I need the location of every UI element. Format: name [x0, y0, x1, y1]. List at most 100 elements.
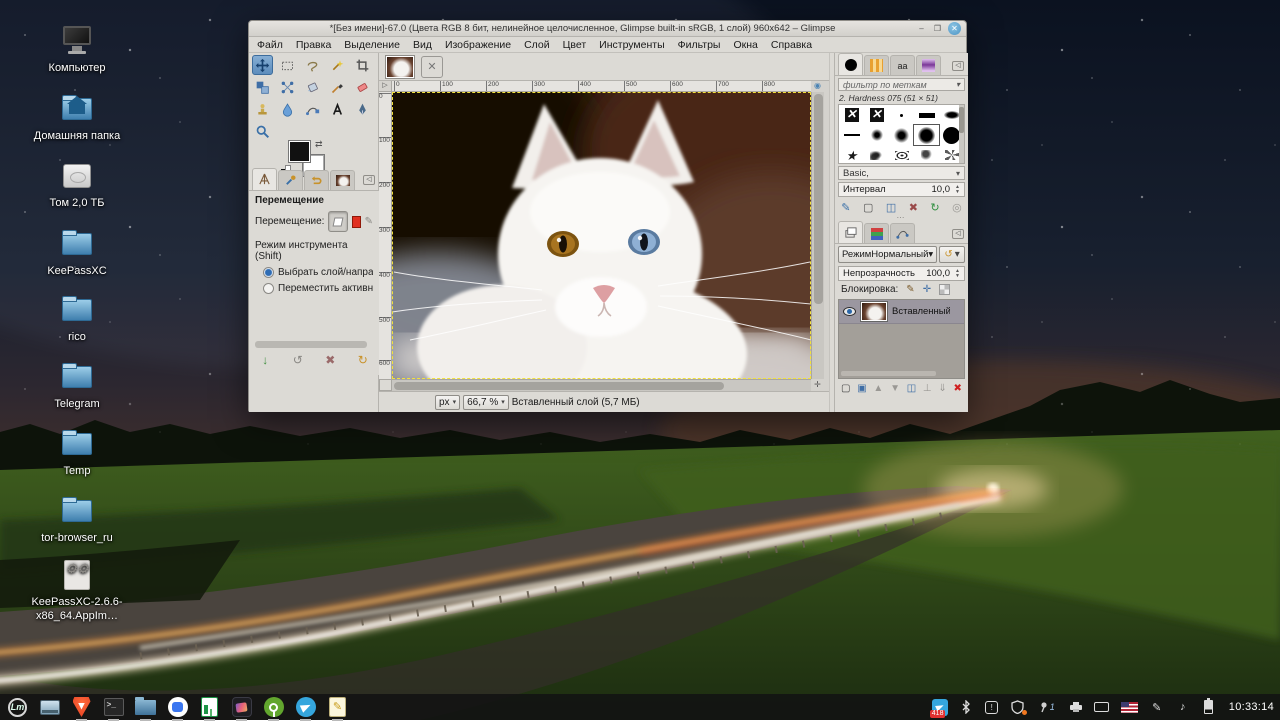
brush-thumb[interactable]: ✕ — [864, 105, 889, 125]
duplicate-layer-button[interactable]: ◫ — [907, 383, 916, 394]
menu-filters[interactable]: Фильтры — [678, 39, 721, 51]
layer-list-scrollbar[interactable] — [841, 371, 936, 376]
tool-eraser[interactable] — [352, 77, 373, 97]
radio-pick-layer[interactable] — [263, 267, 274, 278]
move-path-button[interactable]: ✎ — [365, 216, 373, 227]
tool-ink[interactable] — [352, 99, 373, 119]
new-image-placeholder-icon[interactable]: ✕ — [421, 56, 443, 78]
keepassxc-launcher[interactable] — [262, 696, 285, 719]
brush-thumb[interactable] — [914, 105, 939, 125]
layer-mode-select[interactable]: РежимНормальный ▾ — [838, 246, 937, 263]
libreoffice-calc-launcher[interactable] — [198, 696, 221, 719]
tool-zoom[interactable] — [252, 121, 273, 141]
audio-player-icon[interactable]: ♪ — [1175, 699, 1191, 715]
delete-brush-button[interactable]: ✖ — [909, 201, 918, 214]
spinner-arrows[interactable]: ▲▼ — [953, 269, 962, 279]
signal-launcher[interactable] — [166, 696, 189, 719]
desktop-icon-tor-browser[interactable]: tor-browser_ru — [19, 494, 135, 546]
spacing-value[interactable]: 10,0 — [932, 184, 951, 195]
file-manager-launcher[interactable] — [134, 696, 157, 719]
desktop-icon-temp[interactable]: Temp — [19, 427, 135, 479]
tab-device-status[interactable] — [278, 170, 303, 190]
menu-edit[interactable]: Правка — [296, 39, 331, 51]
lock-alpha-icon[interactable] — [939, 284, 950, 295]
title-bar[interactable]: *[Без имени]-67.0 (Цвета RGB 8 бит, нели… — [249, 21, 966, 37]
tab-channels[interactable] — [864, 223, 889, 243]
layer-name[interactable]: Вставленный слой — [892, 306, 950, 317]
tool-bucket-fill[interactable] — [302, 77, 323, 97]
image-tab-cat[interactable] — [385, 55, 415, 79]
menu-file[interactable]: Файл — [257, 39, 283, 51]
close-button[interactable]: ✕ — [948, 22, 961, 35]
brush-thumb[interactable] — [864, 145, 889, 164]
tool-paintbrush[interactable] — [327, 77, 348, 97]
battery-icon[interactable] — [1201, 699, 1217, 715]
maximize-button[interactable]: ❐ — [932, 23, 943, 34]
brush-thumb[interactable] — [889, 105, 914, 125]
save-preset-button[interactable]: ↓ — [255, 353, 275, 367]
minimize-button[interactable]: – — [916, 23, 927, 34]
brush-thumb[interactable] — [889, 125, 914, 145]
move-layer-button[interactable] — [328, 211, 347, 232]
tool-text[interactable] — [327, 99, 348, 119]
menu-windows[interactable]: Окна — [733, 39, 757, 51]
foreground-color-swatch[interactable] — [289, 141, 310, 162]
horizontal-scrollbar[interactable] — [392, 379, 811, 391]
show-desktop-button[interactable] — [38, 696, 61, 719]
display-settings-icon[interactable] — [1094, 699, 1110, 715]
menu-layer[interactable]: Слой — [524, 39, 550, 51]
brush-thumb[interactable] — [914, 145, 939, 164]
delete-layer-button[interactable]: ✖ — [954, 383, 962, 394]
menu-colors[interactable]: Цвет — [563, 39, 587, 51]
refresh-brushes-button[interactable]: ↻ — [930, 201, 939, 214]
bluetooth-icon[interactable] — [958, 699, 974, 715]
dock-drag-handle[interactable]: ⋯ — [835, 214, 968, 221]
tool-options-scrollbar[interactable] — [255, 341, 367, 348]
tab-tool-options[interactable] — [252, 168, 277, 190]
dock-menu-button[interactable]: ◁ — [952, 229, 964, 239]
menu-view[interactable]: Вид — [413, 39, 432, 51]
layer-thumbnail[interactable] — [861, 302, 887, 321]
firewall-icon[interactable] — [1010, 699, 1026, 715]
merge-layer-button[interactable]: ⇓ — [938, 383, 946, 394]
desktop-icon-computer[interactable]: Компьютер — [19, 24, 135, 76]
keyboard-layout-us-flag[interactable] — [1120, 699, 1139, 715]
update-manager-icon[interactable]: ! — [984, 699, 1000, 715]
printer-icon[interactable] — [1068, 699, 1084, 715]
tool-rect-select[interactable] — [277, 55, 298, 75]
sticky-notes-icon[interactable]: 1 — [1036, 699, 1058, 715]
vertical-scrollbar[interactable] — [811, 92, 824, 379]
swap-colors-icon[interactable]: ⇄ — [315, 139, 323, 150]
tab-layers[interactable] — [838, 221, 863, 243]
brush-thumb[interactable] — [889, 145, 914, 164]
tab-fonts[interactable]: aa — [890, 55, 915, 75]
zoom-select[interactable]: 66,7 %▾ — [463, 395, 509, 410]
menu-tools[interactable]: Инструменты — [599, 39, 664, 51]
tool-move[interactable] — [252, 55, 273, 75]
tool-align[interactable] — [252, 77, 273, 97]
brush-thumb[interactable]: ✕ — [839, 105, 864, 125]
radio-move-active[interactable] — [263, 283, 274, 294]
menu-image[interactable]: Изображение — [445, 39, 511, 51]
navigation-button[interactable]: ✛ — [811, 379, 824, 391]
desktop-icon-rico[interactable]: rico — [19, 293, 135, 345]
vertical-ruler[interactable]: 0100 200300 400500 600 — [379, 92, 392, 379]
move-selection-button[interactable] — [352, 216, 361, 228]
opacity-value[interactable]: 100,0 — [926, 268, 950, 279]
delete-preset-button[interactable]: ✖ — [320, 353, 340, 367]
tool-blur-sharpen[interactable] — [277, 99, 298, 119]
tab-patterns[interactable] — [864, 55, 889, 75]
lower-layer-button[interactable]: ▼ — [890, 383, 900, 394]
brush-grid[interactable]: ✕ ✕ ★ — [838, 104, 965, 164]
open-brush-as-image-button[interactable]: ◎ — [952, 201, 962, 214]
duplicate-brush-button[interactable]: ◫ — [886, 201, 896, 214]
spinner-arrows[interactable]: ▲▼ — [953, 185, 962, 195]
zoom-follow-window-button[interactable]: ◉ — [811, 81, 824, 92]
menu-help[interactable]: Справка — [771, 39, 812, 51]
desktop-icon-volume[interactable]: Том 2,0 ТБ — [19, 159, 135, 211]
tool-crop[interactable] — [352, 55, 373, 75]
tablet-pen-icon[interactable]: ✎ — [1149, 699, 1165, 715]
dark-app-launcher[interactable] — [230, 696, 253, 719]
telegram-tray-icon[interactable]: 418 — [932, 699, 948, 715]
layer-visibility-icon[interactable] — [843, 307, 856, 316]
